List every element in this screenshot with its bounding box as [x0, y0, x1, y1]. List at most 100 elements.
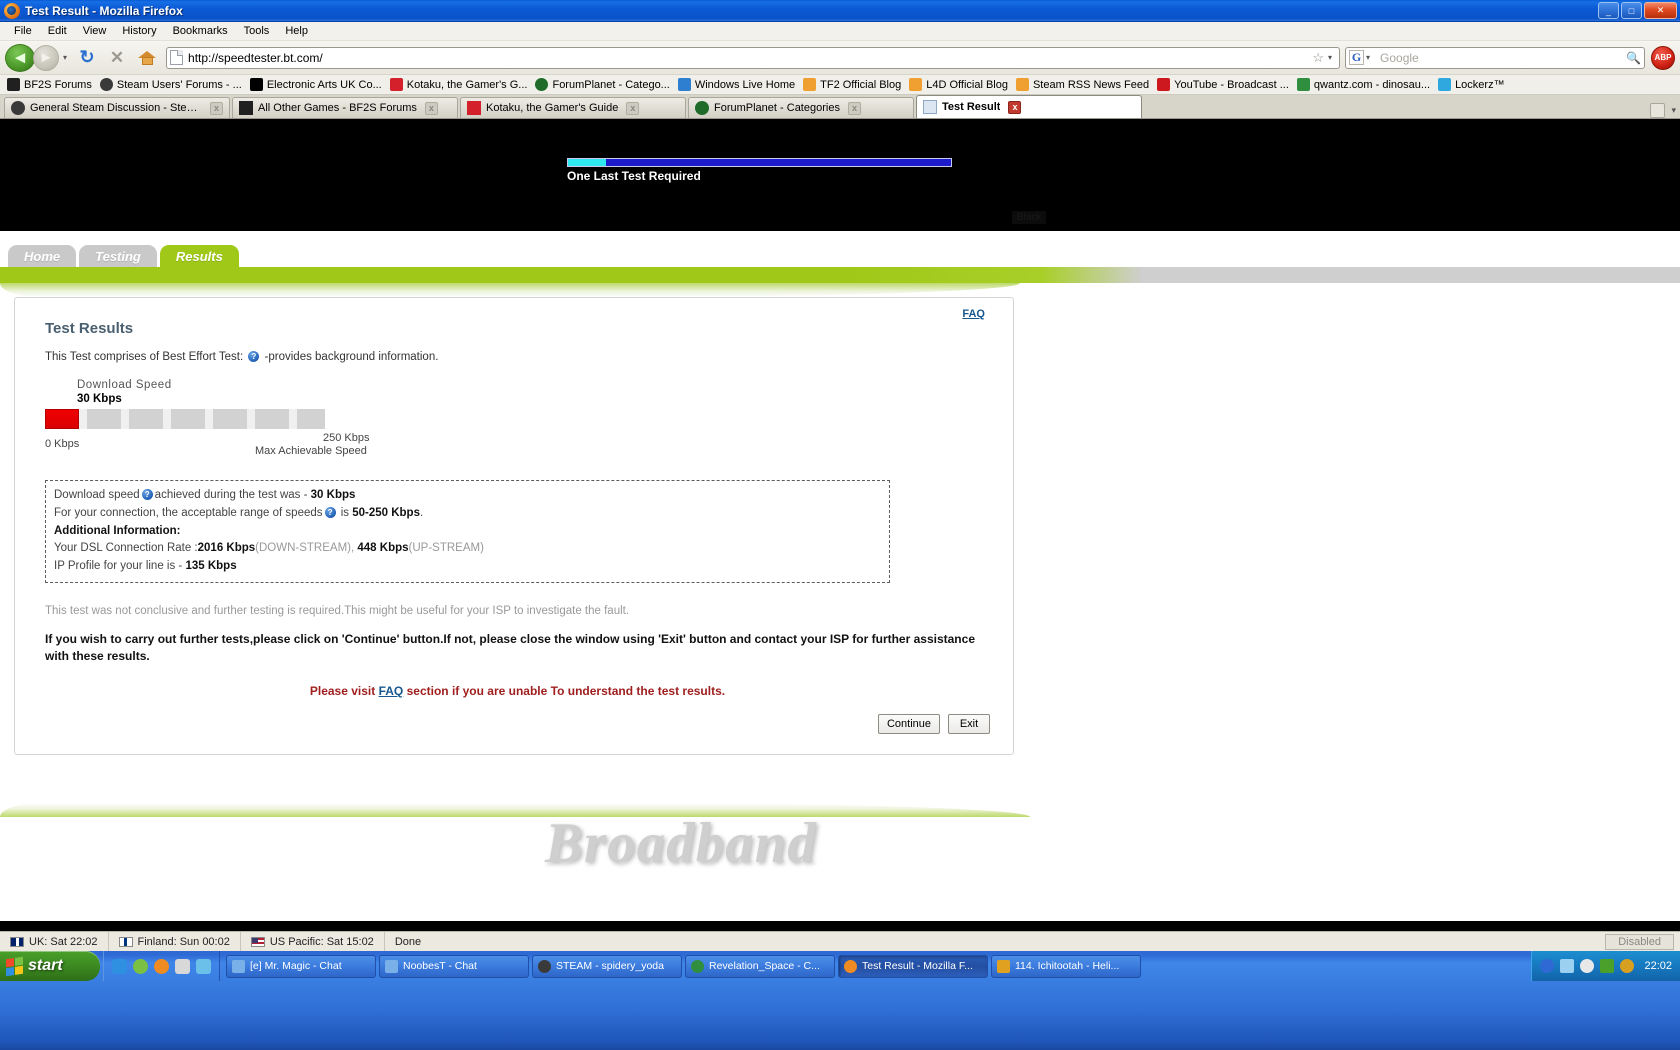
reload-icon[interactable]: ↻ [73, 44, 101, 72]
search-bar[interactable]: G ▾ Google 🔍 [1345, 46, 1645, 69]
action-buttons: Continue Exit [45, 713, 990, 734]
tray-icon-update[interactable] [1580, 959, 1595, 973]
tab-close-icon[interactable]: x [1008, 100, 1022, 114]
bookmark-item[interactable]: YouTube - Broadcast ... [1154, 78, 1294, 91]
help-icon[interactable]: ? [141, 489, 153, 501]
task-label: 114. Ichitootah - Heli... [1015, 960, 1120, 972]
help-icon[interactable]: ? [324, 507, 336, 519]
menu-item-view[interactable]: View [75, 24, 115, 38]
bookmark-item[interactable]: Steam Users' Forums - ... [97, 78, 247, 91]
bookmark-favicon [389, 78, 403, 91]
bookmark-item[interactable]: Steam RSS News Feed [1013, 78, 1154, 91]
media-player-icon[interactable] [133, 958, 148, 974]
bookmark-item[interactable]: TF2 Official Blog [800, 78, 906, 91]
adblock-plus-button[interactable]: ABP [1651, 45, 1675, 70]
menu-item-edit[interactable]: Edit [40, 24, 75, 38]
search-input[interactable]: Google [1380, 51, 1626, 65]
bookmark-item[interactable]: Lockerz™ [1435, 78, 1510, 91]
clock-us-pacific: US Pacific: Sat 15:02 [241, 932, 385, 951]
tray-icon-misc[interactable] [1620, 959, 1635, 973]
browser-tab[interactable]: Kotaku, the Gamer's Guide x [460, 97, 686, 118]
tab-label: All Other Games - BF2S Forums [258, 102, 417, 114]
tab-label: General Steam Discussion - Steam User... [30, 102, 202, 114]
tab-label: Test Result [942, 101, 1001, 113]
tray-icon-network[interactable] [1540, 959, 1555, 973]
address-dropdown-icon[interactable]: ▾ [1328, 53, 1332, 62]
site-tab-results[interactable]: Results [159, 245, 239, 267]
show-desktop-icon[interactable] [112, 958, 127, 974]
menu-item-help[interactable]: Help [277, 24, 316, 38]
search-engine-chevron-icon[interactable]: ▾ [1366, 53, 1370, 62]
bookmark-item[interactable]: ForumPlanet - Catego... [532, 78, 674, 91]
firefox-quicklaunch-icon[interactable] [154, 958, 169, 974]
tray-icon-security[interactable] [1600, 959, 1615, 973]
clock-uk-label: UK: Sat 22:02 [29, 935, 98, 948]
bookmark-item[interactable]: Electronic Arts UK Co... [247, 78, 387, 91]
back-button[interactable]: ◄ [5, 43, 35, 72]
messenger-icon[interactable] [196, 958, 211, 974]
close-window-button[interactable]: ✕ [1644, 2, 1677, 19]
tab-close-icon[interactable]: x [847, 101, 861, 115]
progress-bar-track [567, 158, 952, 167]
bookmark-star-icon[interactable]: ☆ [1312, 50, 1324, 66]
system-clock[interactable]: 22:02 [1644, 960, 1672, 972]
tray-icon-volume[interactable] [1560, 959, 1575, 973]
download-speed-gauge: Download Speed 30 Kbps 0 Kbps 250 Kbps M… [45, 379, 983, 462]
tab-close-icon[interactable]: x [210, 101, 223, 115]
home-icon [137, 50, 156, 65]
bookmark-item[interactable]: Windows Live Home [675, 78, 800, 91]
chevron-down-icon[interactable]: ▾ [63, 53, 67, 62]
browser-tab-active[interactable]: Test Result x [916, 95, 1142, 118]
menu-item-tools[interactable]: Tools [236, 24, 278, 38]
menu-item-history[interactable]: History [114, 24, 164, 38]
site-tab-testing[interactable]: Testing [79, 245, 157, 267]
start-button[interactable]: start [0, 951, 100, 981]
maximize-button[interactable]: □ [1621, 2, 1642, 19]
tab-favicon [695, 101, 709, 115]
bookmark-item[interactable]: Kotaku, the Gamer's G... [387, 78, 533, 91]
test-description-prefix: This Test comprises of Best Effort Test: [45, 351, 244, 363]
browser-tab[interactable]: ForumPlanet - Categories x [688, 97, 914, 118]
detail-line-acceptable-range: For your connection, the acceptable rang… [54, 505, 881, 523]
address-bar[interactable]: http://speedtester.bt.com/ ☆ ▾ [166, 46, 1340, 69]
bookmark-item[interactable]: BF2S Forums [4, 78, 97, 91]
navigation-toolbar: ◄ ► ▾ ↻ ✕ http://speedtester.bt.com/ ☆ ▾… [0, 41, 1680, 75]
task-icon [385, 959, 398, 973]
menu-item-file[interactable]: File [6, 24, 40, 38]
detail-text: is [337, 506, 353, 519]
tab-close-icon[interactable]: x [424, 101, 438, 115]
continue-button[interactable]: Continue [877, 713, 940, 734]
browser-tab[interactable]: All Other Games - BF2S Forums x [232, 97, 458, 118]
menu-item-bookmarks[interactable]: Bookmarks [165, 24, 236, 38]
taskbar-item[interactable]: 114. Ichitootah - Heli... [991, 954, 1141, 978]
home-button[interactable] [133, 44, 161, 72]
explorer-icon[interactable] [175, 958, 190, 974]
window-title-bar: Test Result - Mozilla Firefox _ □ ✕ [0, 0, 1680, 22]
taskbar-item[interactable]: STEAM - spidery_yoda [532, 954, 682, 978]
new-tab-icon[interactable] [1650, 103, 1666, 118]
minimize-button[interactable]: _ [1598, 2, 1619, 19]
browser-tab[interactable]: General Steam Discussion - Steam User...… [4, 97, 230, 118]
search-icon[interactable]: 🔍 [1626, 51, 1641, 65]
help-icon[interactable]: ? [248, 351, 260, 363]
detail-value-downstream: 2016 Kbps [197, 542, 256, 555]
forward-button[interactable]: ► [33, 44, 59, 71]
instruction-text: If you wish to carry out further tests,p… [45, 632, 975, 664]
tab-list-chevron-icon[interactable]: ▾ [1671, 105, 1676, 116]
site-tab-home[interactable]: Home [8, 245, 77, 267]
bookmark-item[interactable]: qwantz.com - dinosau... [1294, 78, 1435, 91]
google-icon[interactable]: G [1349, 50, 1364, 65]
stop-icon[interactable]: ✕ [103, 44, 131, 72]
detail-line-ip-profile: IP Profile for your line is - 135 Kbps [54, 558, 881, 576]
tab-close-icon[interactable]: x [626, 101, 640, 115]
taskbar-item[interactable]: [e] Mr. Magic - Chat [226, 954, 376, 978]
taskbar-item[interactable]: Revelation_Space - C... [685, 954, 835, 978]
taskbar-item-active[interactable]: Test Result - Mozilla F... [838, 954, 988, 978]
faq-note-link[interactable]: FAQ [379, 684, 404, 698]
faq-link[interactable]: FAQ [962, 308, 985, 320]
taskbar-item[interactable]: NoobesT - Chat [379, 954, 529, 978]
youtube-icon [1157, 78, 1171, 91]
detail-text: For your connection, the acceptable rang… [54, 506, 323, 519]
bookmark-item[interactable]: L4D Official Blog [906, 78, 1013, 91]
exit-button[interactable]: Exit [948, 713, 990, 734]
